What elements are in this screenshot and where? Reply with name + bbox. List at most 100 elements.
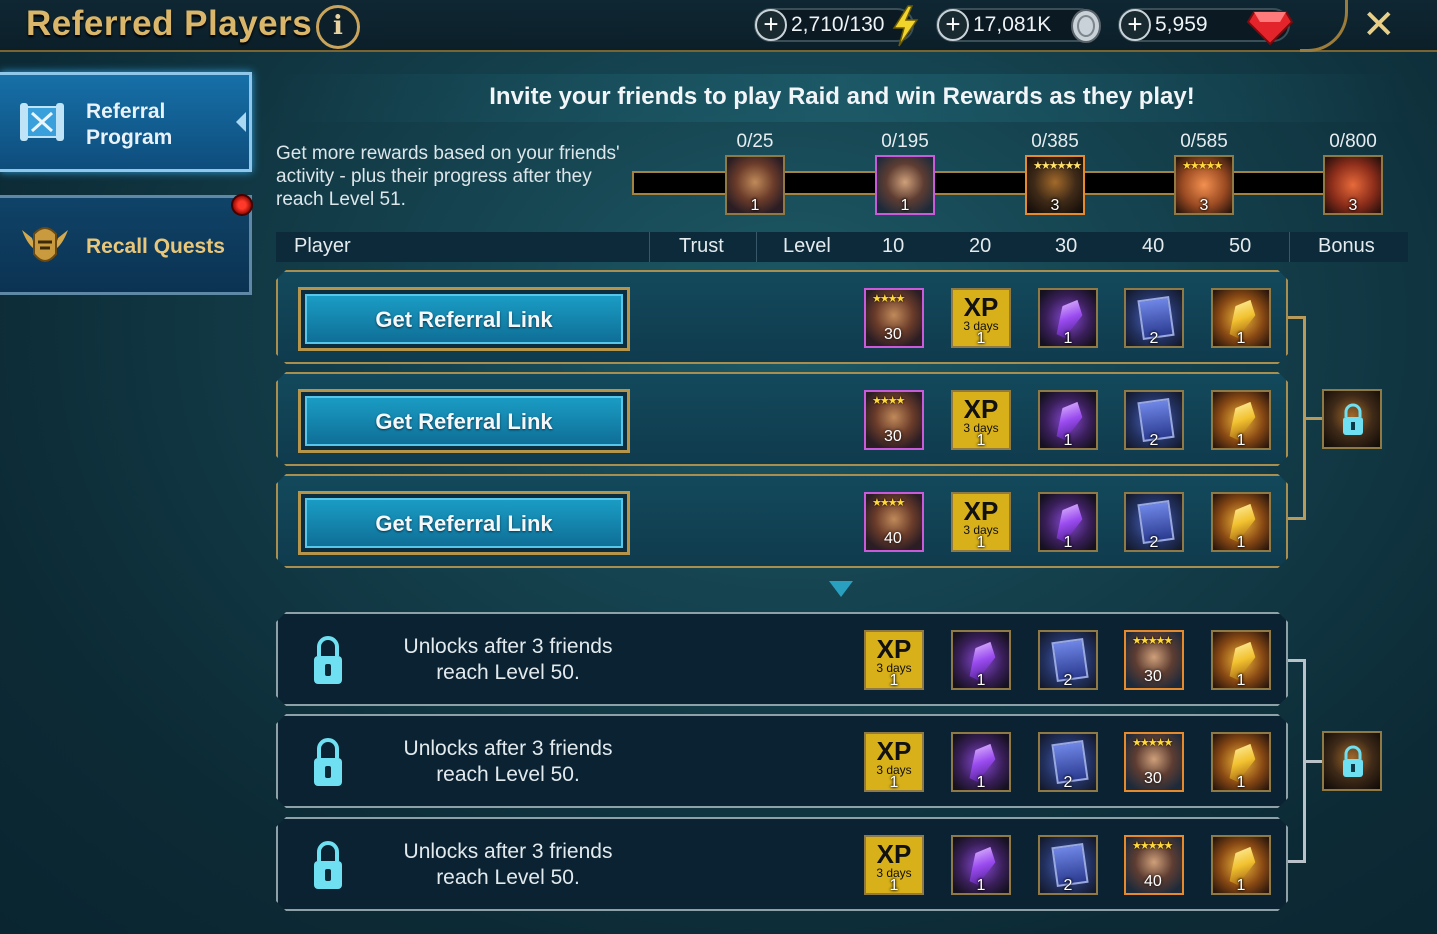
referral-row: Get Referral Link ★★★★ 40 XP 3 days 1 1 … [276, 474, 1288, 568]
helmet-wings-icon [22, 227, 68, 262]
notification-dot [231, 194, 253, 216]
champion-reward[interactable]: ★★★★ 30 [864, 390, 924, 450]
mystery-shard-reward[interactable]: 1 [1038, 492, 1098, 552]
bracket-connector [1306, 417, 1322, 420]
headline: Invite your friends to play Raid and win… [276, 74, 1408, 122]
tome-reward[interactable]: 2 [1038, 732, 1098, 792]
tome-reward[interactable]: 2 [1038, 630, 1098, 690]
reward-qty: 1 [750, 197, 760, 214]
tome-reward[interactable]: 2 [1124, 492, 1184, 552]
col-player: Player [294, 235, 351, 257]
level-badge: 30 [1144, 668, 1162, 685]
reward-tile: ★★★★★ 3 [1174, 155, 1234, 215]
close-button[interactable]: ✕ [1362, 2, 1396, 48]
lightning-icon [892, 5, 919, 47]
locked-row: Unlocks after 3 friends reach Level 50. … [276, 612, 1288, 706]
table-header: Player Trust Level 10 20 30 40 50 Bonus [276, 232, 1408, 262]
chevron-left-icon [236, 112, 246, 132]
bonus-reward-locked[interactable] [1322, 731, 1382, 791]
mystery-shard-reward[interactable]: 1 [951, 835, 1011, 895]
referral-row: Get Referral Link ★★★★ 30 XP 3 days 1 1 … [276, 372, 1288, 466]
button-label: Get Referral Link [305, 294, 623, 344]
gold-shard-reward[interactable]: 1 [1211, 390, 1271, 450]
bonus-bracket [1288, 659, 1306, 863]
mystery-shard-reward[interactable]: 1 [951, 630, 1011, 690]
milestone-195[interactable]: 0/195 1 [874, 131, 936, 215]
page-title: Referred Players [26, 4, 313, 43]
col-30: 30 [1055, 235, 1078, 257]
col-bonus: Bonus [1318, 235, 1375, 257]
info-button[interactable]: i [316, 5, 360, 49]
sidebar-item-recall-quests[interactable]: Recall Quests [0, 195, 252, 295]
reward-qty: 3 [1199, 197, 1209, 214]
gold-shard-reward[interactable]: 1 [1211, 835, 1271, 895]
button-label: Get Referral Link [305, 498, 623, 548]
milestone-count: 0/800 [1329, 131, 1377, 152]
ruby-gem-icon [1246, 11, 1294, 46]
add-gems-button[interactable]: + [1119, 9, 1151, 41]
col-40: 40 [1142, 235, 1165, 257]
col-level: Level [783, 235, 831, 257]
xp-boost-reward[interactable]: XP 3 days 1 [864, 835, 924, 895]
corner-decoration [1300, 0, 1348, 52]
reward-tile: 1 [875, 155, 935, 215]
locked-row: Unlocks after 3 friends reach Level 50. … [276, 714, 1288, 808]
tome-reward[interactable]: 2 [1124, 288, 1184, 348]
referral-row: Get Referral Link ★★★★ 30 XP 3 days 1 1 … [276, 270, 1288, 364]
xp-boost-reward[interactable]: XP 3 days 1 [951, 492, 1011, 552]
level-badge: 40 [884, 530, 902, 547]
col-10: 10 [882, 235, 905, 257]
gold-shard-reward[interactable]: 1 [1211, 630, 1271, 690]
champion-reward[interactable]: ★★★★★ 30 [1124, 630, 1184, 690]
scroll-icon [20, 103, 64, 141]
unlock-condition-text: Unlocks after 3 friends reach Level 50. [403, 635, 613, 684]
level-badge: 30 [884, 326, 902, 343]
arrow-down-icon [829, 581, 853, 597]
gold-shard-reward[interactable]: 1 [1211, 492, 1271, 552]
add-silver-button[interactable]: + [937, 9, 969, 41]
champion-reward[interactable]: ★★★★ 30 [864, 288, 924, 348]
milestone-385[interactable]: 0/385 ★★★★★★ 3 [1024, 131, 1086, 215]
level-badge: 40 [1144, 873, 1162, 890]
locked-row: Unlocks after 3 friends reach Level 50. … [276, 817, 1288, 911]
lock-icon [314, 738, 342, 786]
champion-reward[interactable]: ★★★★★ 30 [1124, 732, 1184, 792]
unlock-condition-text: Unlocks after 3 friends reach Level 50. [403, 737, 613, 786]
xp-boost-reward[interactable]: XP 3 days 1 [951, 288, 1011, 348]
tome-reward[interactable]: 2 [1124, 390, 1184, 450]
mystery-shard-reward[interactable]: 1 [951, 732, 1011, 792]
lock-icon [314, 636, 342, 684]
bonus-reward-locked[interactable] [1322, 389, 1382, 449]
xp-boost-reward[interactable]: XP 3 days 1 [864, 630, 924, 690]
get-referral-link-button[interactable]: Get Referral Link [298, 389, 630, 453]
champion-reward[interactable]: ★★★★ 40 [864, 492, 924, 552]
sidebar-item-label: Referral Program [86, 100, 173, 149]
champion-reward[interactable]: ★★★★★ 40 [1124, 835, 1184, 895]
milestone-800[interactable]: 0/800 3 [1322, 131, 1384, 215]
sidebar-item-referral-program[interactable]: Referral Program [0, 72, 252, 172]
reward-tile: 3 [1323, 155, 1383, 215]
lock-icon [1343, 745, 1363, 777]
mystery-shard-reward[interactable]: 1 [1038, 390, 1098, 450]
mystery-shard-reward[interactable]: 1 [1038, 288, 1098, 348]
milestone-585[interactable]: 0/585 ★★★★★ 3 [1173, 131, 1235, 215]
unlock-condition-text: Unlocks after 3 friends reach Level 50. [403, 840, 613, 889]
bracket-connector [1306, 760, 1322, 763]
get-referral-link-button[interactable]: Get Referral Link [298, 287, 630, 351]
top-bar: Referred Players i + 2,710/130 + 17,081K… [0, 0, 1437, 52]
add-energy-button[interactable]: + [755, 9, 787, 41]
xp-boost-reward[interactable]: XP 3 days 1 [864, 732, 924, 792]
gold-shard-reward[interactable]: 1 [1211, 732, 1271, 792]
energy-value: 2,710/130 [791, 13, 885, 36]
reward-qty: 1 [900, 197, 910, 214]
gold-shard-reward[interactable]: 1 [1211, 288, 1271, 348]
get-referral-link-button[interactable]: Get Referral Link [298, 491, 630, 555]
milestone-25[interactable]: 0/25 1 [724, 131, 786, 215]
silver-value: 17,081K [973, 13, 1052, 36]
button-label: Get Referral Link [305, 396, 623, 446]
bonus-bracket [1288, 316, 1306, 520]
xp-boost-reward[interactable]: XP 3 days 1 [951, 390, 1011, 450]
lock-icon [1343, 403, 1363, 435]
reward-qty: 3 [1050, 197, 1060, 214]
tome-reward[interactable]: 2 [1038, 835, 1098, 895]
